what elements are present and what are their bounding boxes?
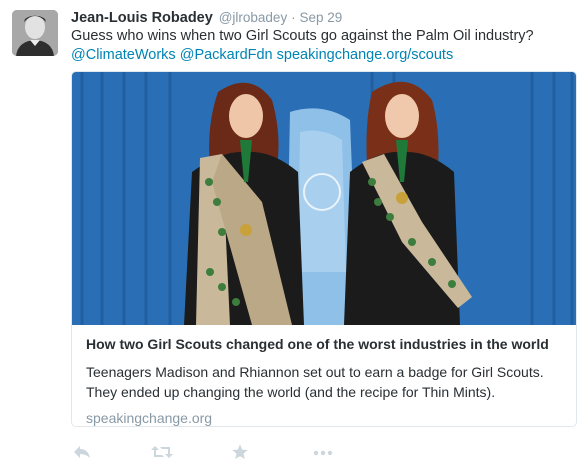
more-button[interactable] <box>313 444 333 464</box>
separator-dot: · <box>291 10 296 25</box>
author-name[interactable]: Jean-Louis Robadey <box>71 10 213 26</box>
avatar[interactable] <box>12 10 58 56</box>
tweet-actions <box>71 444 471 464</box>
card-photo[interactable] <box>72 72 576 325</box>
tweet-timestamp[interactable]: Sep 29 <box>299 10 342 25</box>
reply-icon <box>74 446 90 458</box>
mention-climateworks[interactable]: @ClimateWorks <box>71 47 176 63</box>
retweet-icon <box>151 446 173 458</box>
tweet-header: Jean-Louis Robadey @jlrobadey · Sep 29 <box>71 9 342 26</box>
card-domain[interactable]: speakingchange.org <box>86 410 566 426</box>
author-handle[interactable]: @jlrobadey <box>219 10 288 25</box>
card-body: How two Girl Scouts changed one of the w… <box>86 335 566 426</box>
mention-packardfdn[interactable]: @PackardFdn <box>180 47 273 63</box>
avatar-photo <box>12 10 58 56</box>
card-description: Teenagers Madison and Rhiannon set out t… <box>86 364 544 400</box>
tweet-link[interactable]: speakingchange.org/scouts <box>277 47 454 63</box>
tweet: Jean-Louis Robadey @jlrobadey · Sep 29 G… <box>0 0 588 476</box>
link-card[interactable]: How two Girl Scouts changed one of the w… <box>71 71 577 427</box>
tweet-text: Guess who wins when two Girl Scouts go a… <box>71 27 571 65</box>
favorite-button[interactable] <box>232 444 248 464</box>
tweet-body: Guess who wins when two Girl Scouts go a… <box>71 28 534 44</box>
retweet-button[interactable] <box>151 444 173 464</box>
reply-button[interactable] <box>73 444 91 464</box>
star-icon <box>232 444 248 459</box>
more-icon <box>313 450 333 456</box>
card-title[interactable]: How two Girl Scouts changed one of the w… <box>86 335 566 354</box>
